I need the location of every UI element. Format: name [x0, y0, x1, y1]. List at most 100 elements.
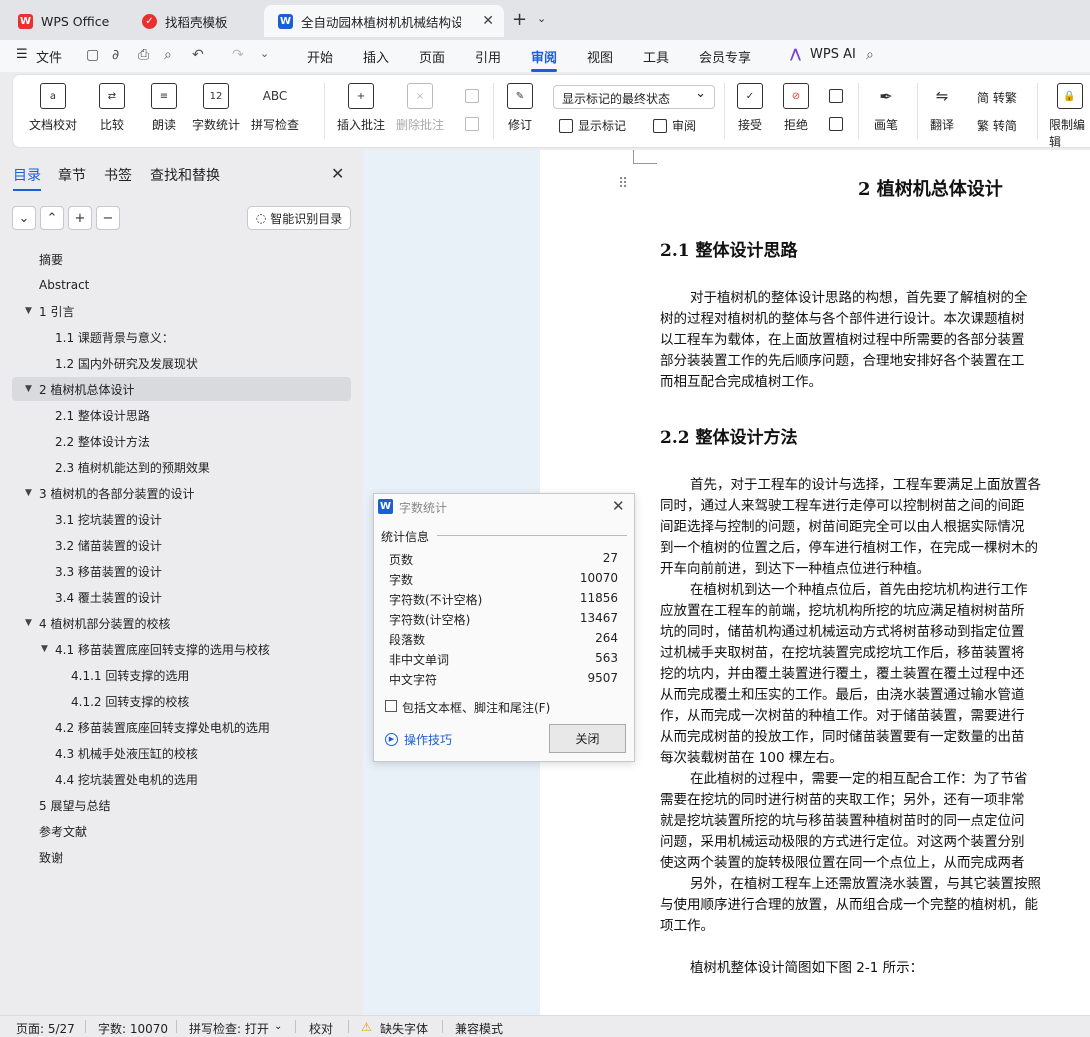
- close-icon[interactable]: ✕: [612, 497, 625, 515]
- toc-item[interactable]: 4.4 挖坑装置处电机的选用: [12, 767, 351, 791]
- toc-item[interactable]: 2.1 整体设计思路: [12, 403, 351, 427]
- accept-button[interactable]: ✓ 接受: [737, 83, 763, 133]
- save-icon[interactable]: ▢: [86, 47, 99, 63]
- translate-button[interactable]: ⇋ 翻译: [929, 83, 955, 133]
- menu-insert[interactable]: 插入: [363, 47, 389, 66]
- next-change-icon[interactable]: [829, 117, 848, 131]
- toc-item[interactable]: 3.4 覆土装置的设计: [12, 585, 351, 609]
- collapse-button[interactable]: ⌄: [12, 206, 36, 230]
- link-icon[interactable]: ∂: [112, 47, 119, 63]
- page-indicator[interactable]: 页面: 5/27: [16, 1020, 75, 1037]
- smart-toc-button[interactable]: ◌ 智能识别目录: [247, 206, 351, 230]
- menu-view[interactable]: 视图: [587, 47, 613, 66]
- menu-home[interactable]: 开始: [307, 47, 333, 66]
- expand-button[interactable]: ⌃: [40, 206, 64, 230]
- toc-item[interactable]: Abstract: [12, 273, 351, 297]
- print-preview-icon[interactable]: ⌕: [164, 47, 172, 63]
- remove-heading-button[interactable]: −: [96, 206, 120, 230]
- new-tab-icon[interactable]: +: [512, 9, 527, 30]
- chevron-down-icon[interactable]: ⌄: [260, 47, 269, 60]
- tab-bookmarks[interactable]: 书签: [104, 165, 132, 185]
- prev-change-icon[interactable]: [829, 89, 848, 103]
- pen-button[interactable]: ✒ 画笔: [873, 83, 899, 133]
- menu-member[interactable]: 会员专享: [699, 47, 751, 66]
- prev-comment-icon[interactable]: [465, 89, 484, 103]
- toc-item[interactable]: ▼ 3 植树机的各部分装置的设计: [12, 481, 351, 505]
- menu-tools[interactable]: 工具: [643, 47, 669, 66]
- toc-item[interactable]: ▼ 1 引言: [12, 299, 351, 323]
- toc-item[interactable]: 4.3 机械手处液压缸的校核: [12, 741, 351, 765]
- spell-check-button[interactable]: ABC 拼写检查: [251, 83, 299, 133]
- expand-arrow-icon[interactable]: ▼: [41, 644, 48, 654]
- markup-state-select[interactable]: 显示标记的最终状态: [553, 85, 715, 109]
- toc-item[interactable]: 3.3 移苗装置的设计: [12, 559, 351, 583]
- read-aloud-button[interactable]: ≡ 朗读: [151, 83, 177, 133]
- chevron-down-icon[interactable]: ⌄: [537, 12, 546, 25]
- to-traditional-button[interactable]: 简 转繁: [977, 89, 1017, 106]
- tab-find-replace[interactable]: 查找和替换: [150, 165, 220, 185]
- add-heading-button[interactable]: +: [68, 206, 92, 230]
- tab-template[interactable]: ✓ 找稻壳模板: [128, 5, 258, 37]
- spell-check-status[interactable]: 拼写检查: 打开: [189, 1020, 269, 1037]
- expand-arrow-icon[interactable]: ▼: [25, 488, 32, 498]
- menu-wps-ai[interactable]: WPS AI: [810, 47, 856, 62]
- toc-item[interactable]: 致谢: [12, 845, 351, 869]
- expand-arrow-icon[interactable]: ▼: [25, 384, 32, 394]
- delete-comment-button[interactable]: × 删除批注: [396, 83, 444, 133]
- to-simplified-button[interactable]: 繁 转简: [977, 117, 1017, 134]
- revise-button[interactable]: ✎ 修订: [507, 83, 533, 133]
- word-count-status[interactable]: 字数: 10070: [98, 1020, 168, 1037]
- toc-item[interactable]: 1.1 课题背景与意义：: [12, 325, 351, 349]
- toc-item[interactable]: 4.1.2 回转支撑的校核: [12, 689, 351, 713]
- close-button[interactable]: 关闭: [549, 724, 626, 753]
- paragraph-line: 问题，采用机械运动极限的方式进行定位。对这两个装置分别: [660, 834, 1025, 850]
- undo-icon[interactable]: ↶: [192, 47, 204, 63]
- wps-ai-icon[interactable]: ⋀: [790, 47, 801, 62]
- menu-page[interactable]: 页面: [419, 47, 445, 66]
- toc-item[interactable]: 5 展望与总结: [12, 793, 351, 817]
- restrict-edit-button[interactable]: 🔒 限制编辑: [1049, 83, 1090, 150]
- close-icon[interactable]: ✕: [331, 164, 344, 183]
- toc-item[interactable]: ▼ 4.1 移苗装置底座回转支撑的选用与校核: [12, 637, 351, 661]
- menu-review[interactable]: 审阅: [531, 47, 558, 72]
- doc-check-button[interactable]: a 文档校对: [29, 83, 77, 133]
- expand-arrow-icon[interactable]: ▼: [25, 618, 32, 628]
- next-comment-icon[interactable]: [465, 117, 484, 131]
- toc-item[interactable]: 2.2 整体设计方法: [12, 429, 351, 453]
- menu-references[interactable]: 引用: [475, 47, 501, 66]
- close-tab-icon[interactable]: ✕: [482, 13, 494, 29]
- search-icon[interactable]: ⌕: [866, 47, 874, 63]
- word-count-button[interactable]: 12 字数统计: [192, 83, 240, 133]
- toc-item[interactable]: ▼ 4 植树机部分装置的校核: [12, 611, 351, 635]
- insert-comment-button[interactable]: + 插入批注: [337, 83, 385, 133]
- review-pane-button[interactable]: 审阅: [653, 117, 696, 134]
- toc-item[interactable]: 参考文献: [12, 819, 351, 843]
- menu-icon[interactable]: ☰: [16, 47, 28, 62]
- toc-item-selected[interactable]: ▼ 2 植树机总体设计: [12, 377, 351, 401]
- expand-arrow-icon[interactable]: ▼: [25, 306, 32, 316]
- toc-item[interactable]: 1.2 国内外研究及发展现状: [12, 351, 351, 375]
- toc-item[interactable]: 2.3 植树机能达到的预期效果: [12, 455, 351, 479]
- reject-button[interactable]: ⊘ 拒绝: [783, 83, 809, 133]
- toc-item[interactable]: 4.1.1 回转支撑的选用: [12, 663, 351, 687]
- toc-item[interactable]: 摘要: [12, 247, 351, 271]
- toc-item[interactable]: 4.2 移苗装置底座回转支撑处电机的选用: [12, 715, 351, 739]
- missing-font-status[interactable]: 缺失字体: [380, 1020, 428, 1037]
- toc-item[interactable]: 3.2 储苗装置的设计: [12, 533, 351, 557]
- chevron-down-icon[interactable]: ⌄: [274, 1021, 282, 1032]
- menu-file[interactable]: 文件: [36, 47, 62, 66]
- compare-button[interactable]: ⇄ 比较: [99, 83, 125, 133]
- tab-wps-office[interactable]: W WPS Office: [4, 5, 124, 37]
- tab-document[interactable]: W 全自动园林植树机机械结构设计 ✕: [264, 5, 504, 37]
- tab-sections[interactable]: 章节: [58, 165, 86, 185]
- include-textbox-checkbox[interactable]: [385, 700, 397, 712]
- include-textbox-label[interactable]: 包括文本框、脚注和尾注(F): [402, 699, 550, 716]
- tab-toc[interactable]: 目录: [13, 165, 41, 191]
- proofread-status[interactable]: 校对: [309, 1020, 333, 1037]
- show-markup-button[interactable]: 显示标记: [559, 117, 626, 134]
- redo-icon[interactable]: ↷: [232, 47, 244, 63]
- toc-item[interactable]: 3.1 挖坑装置的设计: [12, 507, 351, 531]
- print-icon[interactable]: ⎙: [138, 47, 149, 63]
- drag-handle-icon[interactable]: ⠿: [618, 176, 628, 192]
- tips-link[interactable]: ▶ 操作技巧: [385, 731, 452, 748]
